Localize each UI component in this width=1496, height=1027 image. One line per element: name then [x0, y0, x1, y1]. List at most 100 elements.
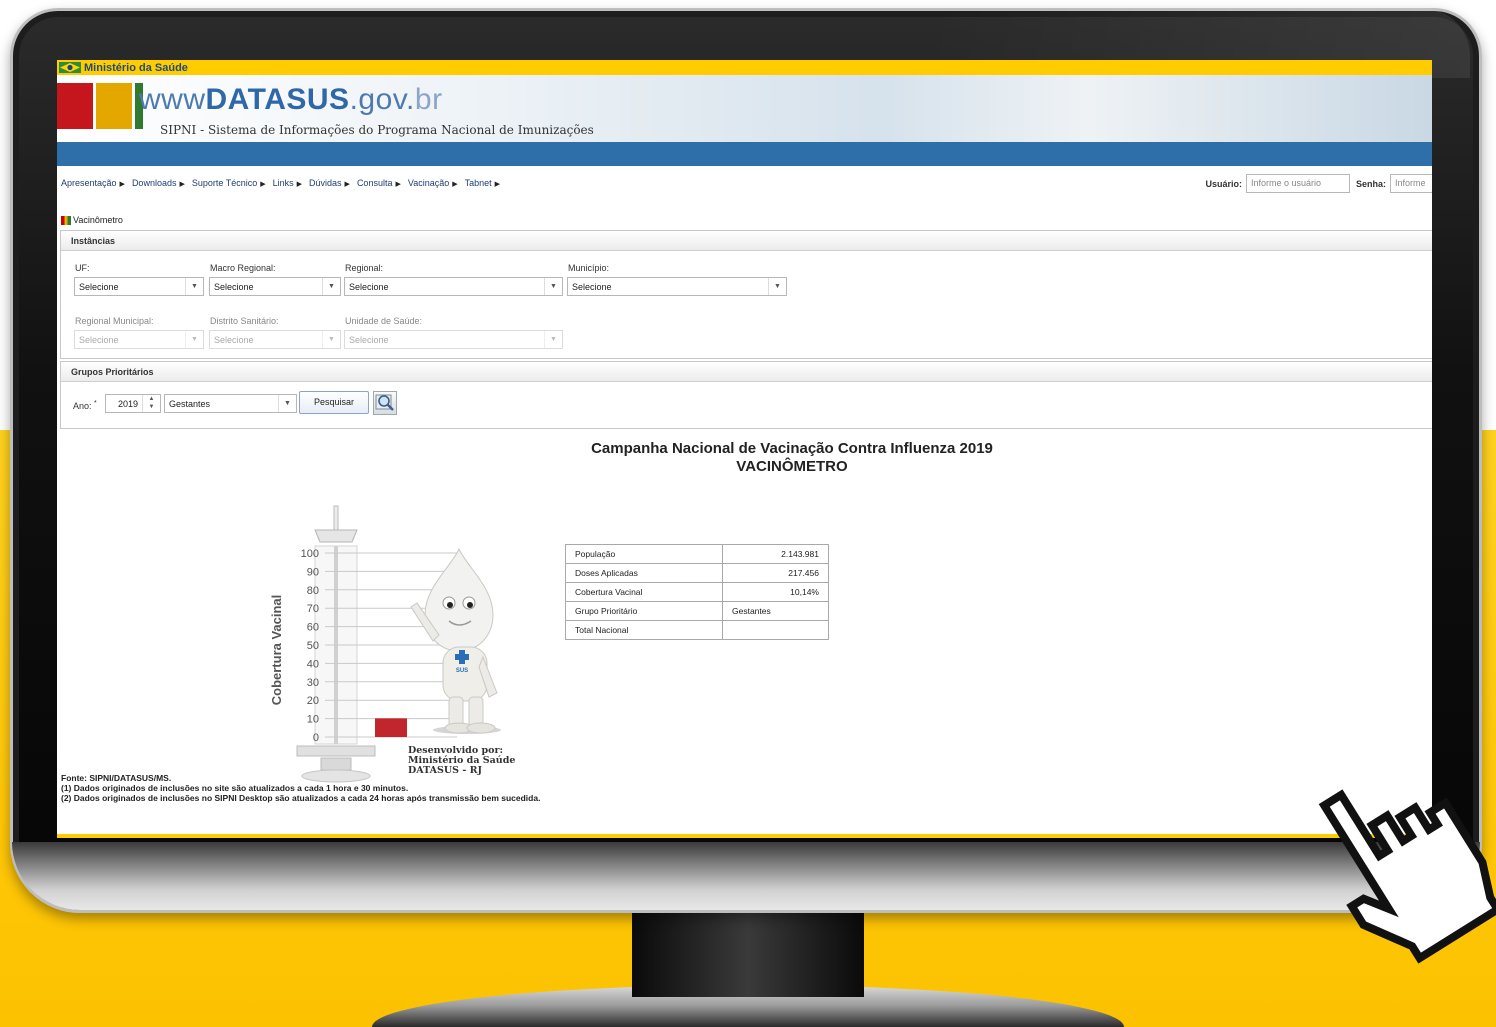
y-tick-label: 30: [307, 677, 319, 689]
nav-item-consulta[interactable]: Consulta ▶: [357, 178, 401, 188]
developer-credit: Desenvolvido por: Ministério da Saúde DA…: [408, 746, 515, 776]
grupos-heading: Grupos Prioritários: [61, 362, 1432, 382]
y-tick-label: 100: [301, 548, 319, 560]
chevron-right-icon: ▶: [452, 181, 458, 188]
bar-series: [375, 718, 407, 737]
regional-municipal-select[interactable]: Selecione ▼: [74, 330, 204, 349]
chevron-right-icon: ▶: [494, 181, 501, 188]
summary-table: População 2.143.981 Doses Aplicadas 217.456…: [565, 544, 829, 640]
chevron-right-icon: ▶: [119, 181, 125, 188]
monitor-chin: [12, 842, 1480, 910]
bottom-yellow-bar: [57, 834, 1432, 838]
sus-badge: SUS: [456, 668, 468, 674]
password-label: Senha:: [1355, 178, 1386, 189]
footnotes: Fonte: SIPNI/DATASUS/MS. (1) Dados origi…: [61, 773, 540, 803]
y-tick-label: 0: [313, 732, 319, 744]
chevron-down-icon: ▼: [322, 331, 340, 348]
row-label: Doses Aplicadas: [565, 563, 723, 583]
y-tick-label: 20: [307, 695, 319, 707]
chevron-down-icon: ▼: [322, 278, 340, 295]
vacinometro-title: VACINÔMETRO: [736, 458, 848, 475]
datasus-logo-blocks: [57, 83, 146, 129]
search-report-icon[interactable]: [373, 391, 397, 415]
regional-municipal-label: Regional Municipal:: [75, 316, 154, 326]
vacinometro-chart: 0 10 20 30 40 50 60 70 80 90 100 Cobertura Vacinal: [269, 505, 457, 783]
nav-item-vacina--o[interactable]: Vacinação ▶: [408, 178, 458, 188]
update-note-1: (1) Dados originados de inclusões no sit…: [61, 783, 409, 793]
uf-select[interactable]: Selecione ▼: [74, 277, 204, 296]
municipio-label: Município:: [568, 263, 610, 273]
grupo-select[interactable]: Gestantes ▼: [164, 394, 297, 413]
vacinometro-icon: [61, 215, 71, 225]
instancias-heading: Instâncias: [61, 231, 1432, 251]
row-value: Gestantes: [722, 601, 829, 621]
distrito-sanitario-select[interactable]: Selecione ▼: [209, 330, 341, 349]
spinner-arrows-icon[interactable]: ▲ ▼: [142, 395, 160, 412]
row-label: Total Nacional: [565, 620, 723, 640]
unidade-saude-select[interactable]: Selecione ▼: [344, 330, 563, 349]
breadcrumb-label[interactable]: Vacinômetro: [73, 215, 123, 225]
municipio-select[interactable]: Selecione ▼: [567, 277, 787, 296]
unidade-saude-label: Unidade de Saúde:: [345, 316, 423, 326]
row-value: 217.456: [722, 563, 829, 583]
uf-label: UF:: [75, 263, 90, 273]
report-title: Campanha Nacional de Vacinação Contra In…: [577, 440, 1007, 476]
y-axis-label: Cobertura Vacinal: [269, 595, 284, 706]
row-value: 10,14%: [722, 582, 829, 602]
table-row: Grupo Prioritário Gestantes: [565, 601, 829, 621]
y-tick-label: 80: [307, 585, 319, 597]
monitor-stand-neck: [632, 905, 864, 997]
instancias-panel: Instâncias UF: Selecione ▼ Macro Regional…: [60, 230, 1432, 359]
nav-item-tabnet[interactable]: Tabnet ▶: [465, 178, 500, 188]
user-label: Usuário:: [1205, 178, 1242, 189]
y-tick-label: 90: [307, 566, 319, 578]
macro-regional-label: Macro Regional:: [210, 263, 276, 273]
login-bar: Usuário: Informe o usuário Senha: Inform…: [1199, 174, 1432, 193]
brazil-flag-icon: [59, 62, 81, 73]
table-row: Doses Aplicadas 217.456: [565, 563, 829, 583]
y-tick-label: 50: [307, 640, 319, 652]
row-value: [722, 620, 829, 640]
user-input[interactable]: Informe o usuário: [1245, 174, 1350, 193]
site-title[interactable]: wwwDATASUS.gov.br: [139, 83, 443, 117]
coverage-bar: [375, 718, 407, 737]
site-subtitle: SIPNI - Sistema de Informações do Progra…: [160, 123, 594, 137]
nav-item-suporte-t-cnico[interactable]: Suporte Técnico ▶: [192, 178, 266, 188]
pesquisar-button[interactable]: Pesquisar: [299, 391, 369, 414]
ministry-label[interactable]: Ministério da Saúde: [84, 62, 188, 74]
ze-gotinha-mascot: SUS: [410, 547, 501, 734]
chevron-right-icon: ▶: [260, 181, 266, 188]
nav-item-apresenta--o[interactable]: Apresentação ▶: [61, 178, 125, 188]
password-input[interactable]: Informe: [1390, 174, 1432, 193]
grupos-panel: Grupos Prioritários Ano: * 2019 ▲ ▼ Gesta…: [60, 361, 1432, 429]
chevron-right-icon: ▶: [179, 181, 185, 188]
table-row: Cobertura Vacinal 10,14%: [565, 582, 829, 602]
chevron-down-icon: ▼: [185, 278, 203, 295]
chevron-right-icon: ▶: [296, 181, 303, 188]
breadcrumb: Vacinômetro: [61, 215, 123, 225]
campaign-title: Campanha Nacional de Vacinação Contra In…: [591, 440, 993, 457]
chevron-down-icon: ▼: [185, 331, 203, 348]
chevron-down-icon: ▼: [768, 278, 786, 295]
update-note-2: (2) Dados originados de inclusões no SIP…: [61, 793, 541, 803]
y-tick-label: 60: [307, 622, 319, 634]
header-blue-band: [57, 142, 1432, 166]
nav-item-downloads[interactable]: Downloads ▶: [132, 178, 185, 188]
chevron-down-icon: ▼: [544, 278, 562, 295]
gov-top-bar: Ministério da Saúde: [57, 60, 1432, 75]
nav-item-d-vidas[interactable]: Dúvidas ▶: [309, 178, 350, 188]
row-label: Cobertura Vacinal: [565, 582, 723, 602]
macro-regional-select[interactable]: Selecione ▼: [209, 277, 341, 296]
table-row: Total Nacional: [565, 620, 829, 640]
source-note: Fonte: SIPNI/DATASUS/MS.: [61, 773, 172, 783]
chevron-down-icon: ▼: [278, 395, 296, 412]
regional-select[interactable]: Selecione ▼: [344, 277, 563, 296]
header-banner: wwwDATASUS.gov.br SIPNI - Sistema de Inf…: [57, 75, 1432, 142]
nav-item-links[interactable]: Links ▶: [273, 178, 302, 188]
y-tick-label: 40: [307, 658, 319, 670]
ano-spinner[interactable]: 2019 ▲ ▼: [105, 394, 161, 413]
hand-cursor-icon: [1318, 789, 1496, 964]
chevron-down-icon: ▼: [544, 331, 562, 348]
row-label: População: [565, 544, 723, 564]
row-label: Grupo Prioritário: [565, 601, 723, 621]
